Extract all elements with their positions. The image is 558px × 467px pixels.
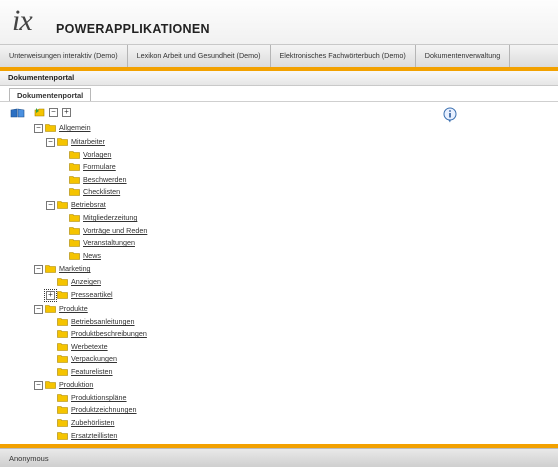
document-tree: − Allgemein − Mitarbeiter Vorlagen Formu… <box>0 0 558 466</box>
tree-item-vortraege[interactable]: Vorträge und Reden <box>83 226 147 236</box>
toggle-presseartikel[interactable]: + <box>44 289 57 302</box>
tree-item-news[interactable]: News <box>83 251 101 261</box>
folder-icon <box>69 176 80 184</box>
toggle-allgemein[interactable]: − <box>34 124 43 133</box>
folder-icon <box>57 201 68 209</box>
toggle-mitarbeiter[interactable]: − <box>46 138 55 147</box>
tree-item-produktbeschreibungen[interactable]: Produktbeschreibungen <box>71 329 147 339</box>
folder-icon <box>57 330 68 338</box>
folder-icon <box>69 188 80 196</box>
tree-item-presseartikel[interactable]: Presseartikel <box>71 290 113 300</box>
tree-item-ersatzteillisten[interactable]: Ersatzteillisten <box>71 431 117 441</box>
tree-item-produktzeichnungen[interactable]: Produktzeichnungen <box>71 405 137 415</box>
folder-icon <box>57 394 68 402</box>
folder-icon <box>69 252 80 260</box>
tree-item-featurelisten[interactable]: Featurelisten <box>71 367 113 377</box>
folder-icon <box>57 368 68 376</box>
tree-item-betriebsanleitungen[interactable]: Betriebsanleitungen <box>71 317 135 327</box>
folder-icon <box>57 138 68 146</box>
tree-item-mitgliederzeitung[interactable]: Mitgliederzeitung <box>83 213 137 223</box>
tree-item-vorlagen[interactable]: Vorlagen <box>83 150 111 160</box>
folder-icon <box>45 381 56 389</box>
toggle-marketing[interactable]: − <box>34 265 43 274</box>
folder-icon <box>69 163 80 171</box>
folder-icon <box>57 343 68 351</box>
tree-item-zubehoerlisten[interactable]: Zubehörlisten <box>71 418 115 428</box>
tree-item-produktionsplaene[interactable]: Produktionspläne <box>71 393 127 403</box>
current-user: Anonymous <box>9 454 49 463</box>
folder-icon <box>57 406 68 414</box>
tree-item-veranstaltungen[interactable]: Veranstaltungen <box>83 238 135 248</box>
folder-icon <box>45 124 56 132</box>
tree-item-marketing[interactable]: Marketing <box>59 264 91 274</box>
toggle-produkte[interactable]: − <box>34 305 43 314</box>
folder-icon <box>69 227 80 235</box>
folder-icon <box>57 278 68 286</box>
toggle-produktion[interactable]: − <box>34 381 43 390</box>
tree-item-betriebsrat[interactable]: Betriebsrat <box>71 200 106 210</box>
tree-item-anzeigen[interactable]: Anzeigen <box>71 277 101 287</box>
folder-icon <box>69 239 80 247</box>
tree-item-mitarbeiter[interactable]: Mitarbeiter <box>71 137 105 147</box>
footer: Anonymous <box>0 448 558 467</box>
folder-icon <box>45 265 56 273</box>
tree-item-verpackungen[interactable]: Verpackungen <box>71 354 117 364</box>
tree-item-werbetexte[interactable]: Werbetexte <box>71 342 108 352</box>
toggle-betriebsrat[interactable]: − <box>46 201 55 210</box>
folder-icon <box>57 355 68 363</box>
tree-item-checklisten[interactable]: Checklisten <box>83 187 120 197</box>
folder-icon <box>69 151 80 159</box>
tree-item-produkte[interactable]: Produkte <box>59 304 88 314</box>
tree-item-allgemein[interactable]: Allgemein <box>59 123 91 133</box>
folder-icon <box>57 318 68 326</box>
tree-item-produktion[interactable]: Produktion <box>59 380 93 390</box>
folder-icon <box>57 432 68 440</box>
folder-icon <box>57 419 68 427</box>
folder-icon <box>57 291 68 299</box>
tree-item-formulare[interactable]: Formulare <box>83 162 116 172</box>
folder-icon <box>69 214 80 222</box>
folder-icon <box>45 305 56 313</box>
tree-item-beschwerden[interactable]: Beschwerden <box>83 175 127 185</box>
